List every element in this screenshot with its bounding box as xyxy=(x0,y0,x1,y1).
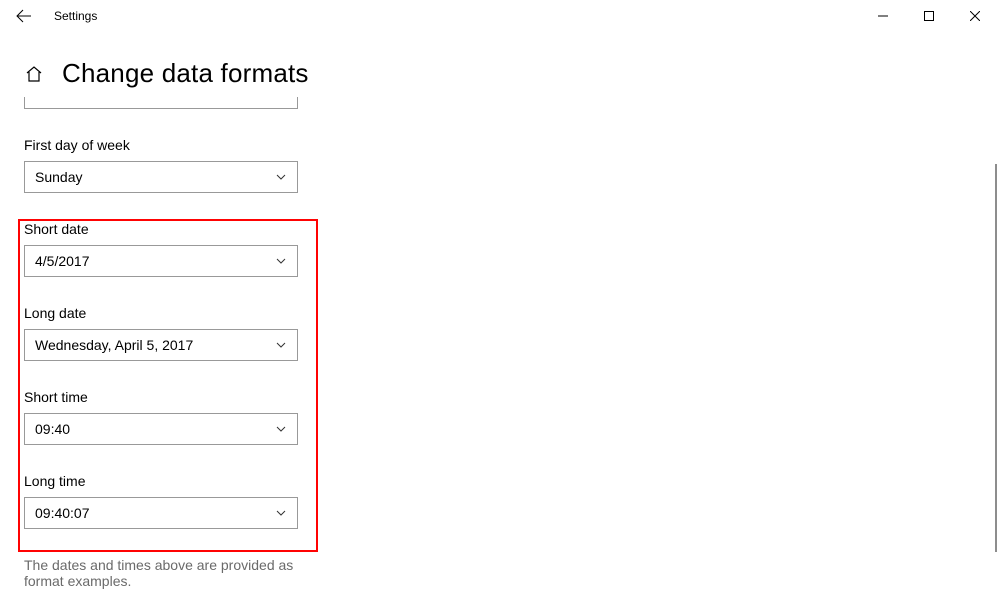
app-title: Settings xyxy=(54,9,97,23)
footnote-text: The dates and times above are provided a… xyxy=(24,557,320,589)
short-time-value: 09:40 xyxy=(35,421,70,437)
short-date-dropdown[interactable]: 4/5/2017 xyxy=(24,245,298,277)
minimize-button[interactable] xyxy=(860,0,906,32)
long-date-dropdown[interactable]: Wednesday, April 5, 2017 xyxy=(24,329,298,361)
titlebar-left: Settings xyxy=(0,0,97,32)
short-date-label: Short date xyxy=(24,221,320,237)
chevron-down-icon xyxy=(275,171,287,183)
home-button[interactable] xyxy=(24,64,44,84)
short-time-label: Short time xyxy=(24,389,320,405)
arrow-left-icon xyxy=(16,8,32,24)
first-day-dropdown[interactable]: Sunday xyxy=(24,161,298,193)
long-time-dropdown[interactable]: 09:40:07 xyxy=(24,497,298,529)
short-date-value: 4/5/2017 xyxy=(35,253,90,269)
back-button[interactable] xyxy=(0,0,48,32)
long-time-value: 09:40:07 xyxy=(35,505,90,521)
maximize-button[interactable] xyxy=(906,0,952,32)
window-controls xyxy=(860,0,998,32)
short-date-group: Short date 4/5/2017 xyxy=(24,221,320,277)
minimize-icon xyxy=(878,11,888,21)
maximize-icon xyxy=(924,11,934,21)
first-day-value: Sunday xyxy=(35,169,82,185)
close-icon xyxy=(970,11,980,21)
calendar-dropdown-truncated[interactable] xyxy=(24,97,298,109)
chevron-down-icon xyxy=(275,507,287,519)
page-header: Change data formats xyxy=(0,58,998,89)
chevron-down-icon xyxy=(275,339,287,351)
short-time-group: Short time 09:40 xyxy=(24,389,320,445)
footnote-group: The dates and times above are provided a… xyxy=(24,557,320,589)
page-title: Change data formats xyxy=(62,58,309,89)
long-time-group: Long time 09:40:07 xyxy=(24,473,320,529)
first-day-group: First day of week Sunday xyxy=(24,137,320,193)
titlebar: Settings xyxy=(0,0,998,32)
short-time-dropdown[interactable]: 09:40 xyxy=(24,413,298,445)
chevron-down-icon xyxy=(275,423,287,435)
close-button[interactable] xyxy=(952,0,998,32)
long-time-label: Long time xyxy=(24,473,320,489)
home-icon xyxy=(25,65,43,83)
scrollbar[interactable] xyxy=(995,164,997,552)
long-date-label: Long date xyxy=(24,305,320,321)
long-date-group: Long date Wednesday, April 5, 2017 xyxy=(24,305,320,361)
chevron-down-icon xyxy=(275,255,287,267)
long-date-value: Wednesday, April 5, 2017 xyxy=(35,337,193,353)
content-area: First day of week Sunday Short date 4/5/… xyxy=(0,89,320,589)
first-day-label: First day of week xyxy=(24,137,320,153)
